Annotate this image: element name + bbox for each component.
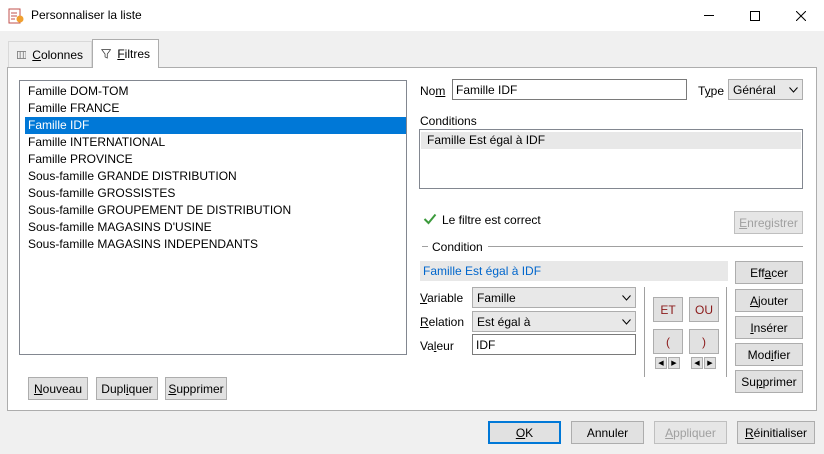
close-icon — [796, 10, 806, 21]
list-item[interactable]: Famille INTERNATIONAL — [25, 134, 406, 151]
list-item[interactable]: Sous-famille GROUPEMENT DE DISTRIBUTION — [25, 202, 406, 219]
separator — [488, 246, 803, 247]
triangle-left-icon: ◀ — [694, 360, 700, 367]
tab-filtres-label: Filtres — [117, 47, 150, 61]
type-label: Type — [698, 84, 725, 98]
current-condition-display: Famille Est égal à IDF — [420, 261, 728, 281]
triangle-left-icon: ◀ — [658, 360, 664, 367]
list-item[interactable]: Famille FRANCE — [25, 100, 406, 117]
triangle-right-icon: ▶ — [707, 360, 713, 367]
check-icon — [423, 212, 437, 226]
list-item[interactable]: Sous-famille MAGASINS D'USINE — [25, 219, 406, 236]
name-input[interactable]: Famille IDF — [452, 79, 687, 100]
conditions-label: Conditions — [420, 114, 477, 128]
open-paren-increase[interactable]: ▶ — [668, 357, 680, 369]
or-button[interactable]: OU — [689, 297, 719, 322]
save-button[interactable]: Enregistrer — [734, 211, 803, 234]
minimize-icon — [704, 15, 714, 16]
cancel-button[interactable]: Annuler — [571, 421, 644, 444]
open-paren-button[interactable]: ( — [653, 329, 683, 354]
close-paren-decrease[interactable]: ◀ — [691, 357, 703, 369]
new-button[interactable]: Nouveau — [28, 377, 88, 400]
name-label: Nom — [420, 84, 446, 98]
maximize-icon — [750, 10, 760, 21]
close-paren-increase[interactable]: ▶ — [704, 357, 716, 369]
tab-colonnes-label: Colonnes — [32, 47, 83, 62]
chevron-down-icon — [621, 294, 631, 301]
relation-select[interactable]: Est égal à — [472, 311, 636, 332]
value-input[interactable]: IDF — [472, 334, 636, 355]
variable-label: Variable — [420, 291, 464, 305]
minimize-button[interactable] — [686, 0, 732, 31]
duplicate-button[interactable]: Dupliquer — [96, 377, 158, 400]
separator — [644, 287, 645, 377]
tab-filtres[interactable]: Filtres — [92, 39, 159, 68]
window-title: Personnaliser la liste — [31, 8, 142, 22]
list-item[interactable]: Famille Est égal à IDF — [421, 132, 801, 149]
conditions-list[interactable]: Famille Est égal à IDF — [419, 129, 803, 189]
chevron-down-icon — [788, 86, 798, 93]
list-item[interactable]: Sous-famille GRANDE DISTRIBUTION — [25, 168, 406, 185]
ok-button[interactable]: OK — [488, 421, 561, 444]
filter-status-text: Le filtre est correct — [442, 213, 541, 227]
list-item[interactable]: Famille PROVINCE — [25, 151, 406, 168]
list-item[interactable]: Sous-famille MAGASINS INDEPENDANTS — [25, 236, 406, 253]
list-item-selected[interactable]: Famille IDF — [25, 117, 406, 134]
type-select[interactable]: Général — [728, 79, 803, 100]
clear-button[interactable]: Effacer — [735, 261, 803, 284]
tab-colonnes[interactable]: Colonnes — [8, 41, 92, 67]
close-paren-button[interactable]: ) — [689, 329, 719, 354]
maximize-button[interactable] — [732, 0, 778, 31]
triangle-right-icon: ▶ — [671, 360, 677, 367]
separator — [422, 246, 428, 247]
delete-condition-button[interactable]: Supprimer — [735, 370, 803, 393]
reset-button[interactable]: Réinitialiser — [737, 421, 815, 444]
add-condition-button[interactable]: Ajouter — [735, 289, 803, 312]
filter-icon — [101, 49, 112, 59]
close-button[interactable] — [778, 0, 824, 31]
list-item[interactable]: Famille DOM-TOM — [25, 83, 406, 100]
list-item[interactable]: Sous-famille GROSSISTES — [25, 185, 406, 202]
separator — [726, 287, 727, 377]
and-button[interactable]: ET — [653, 297, 683, 322]
apply-button[interactable]: Appliquer — [654, 421, 727, 444]
variable-select[interactable]: Famille — [472, 287, 636, 308]
app-icon — [8, 8, 24, 24]
relation-label: Relation — [420, 315, 465, 329]
delete-filter-button[interactable]: Supprimer — [165, 377, 227, 400]
chevron-down-icon — [621, 318, 631, 325]
condition-section-title: Condition — [432, 240, 483, 254]
modify-condition-button[interactable]: Modifier — [735, 343, 803, 366]
insert-condition-button[interactable]: Insérer — [735, 316, 803, 339]
value-label: Valeur — [420, 339, 454, 353]
open-paren-decrease[interactable]: ◀ — [655, 357, 667, 369]
columns-icon — [17, 50, 27, 59]
filter-list[interactable]: Famille DOM-TOM Famille FRANCE Famille I… — [19, 80, 407, 355]
